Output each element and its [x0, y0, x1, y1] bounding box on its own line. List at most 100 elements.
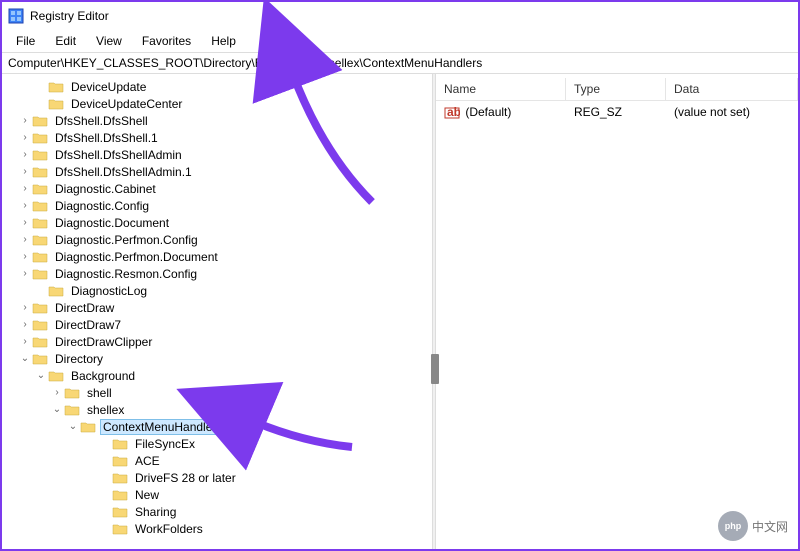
value-data: (value not set) — [666, 103, 798, 122]
folder-icon — [32, 148, 48, 162]
chevron-right-icon[interactable] — [18, 200, 32, 211]
tree-item[interactable]: ACE — [2, 452, 432, 469]
tree-item[interactable]: Sharing — [2, 503, 432, 520]
splitter[interactable] — [432, 74, 436, 549]
tree-item-label: Background — [68, 368, 138, 384]
tree-item[interactable]: shell — [2, 384, 432, 401]
tree-item[interactable]: Diagnostic.Perfmon.Document — [2, 248, 432, 265]
tree-item[interactable]: DirectDrawClipper — [2, 333, 432, 350]
folder-icon — [48, 97, 64, 111]
tree-item[interactable]: DfsShell.DfsShell.1 — [2, 129, 432, 146]
chevron-right-icon[interactable] — [18, 115, 32, 126]
tree-item-label: shell — [84, 385, 115, 401]
window-title: Registry Editor — [30, 9, 109, 23]
folder-icon — [112, 437, 128, 451]
tree-item-label: DfsShell.DfsShell — [52, 113, 151, 129]
tree-item[interactable]: DirectDraw — [2, 299, 432, 316]
folder-icon — [32, 250, 48, 264]
tree-item[interactable]: DfsShell.DfsShell — [2, 112, 432, 129]
chevron-down-icon[interactable] — [50, 404, 64, 415]
tree-pane[interactable]: DeviceUpdateDeviceUpdateCenterDfsShell.D… — [2, 74, 432, 549]
splitter-grip[interactable] — [431, 354, 439, 384]
tree-item-label: FileSyncEx — [132, 436, 198, 452]
tree-item[interactable]: Diagnostic.Config — [2, 197, 432, 214]
menu-edit[interactable]: Edit — [45, 32, 86, 50]
tree-item[interactable]: DeviceUpdateCenter — [2, 95, 432, 112]
chevron-right-icon[interactable] — [18, 149, 32, 160]
tree-item[interactable]: FileSyncEx — [2, 435, 432, 452]
tree-item-label: DfsShell.DfsShellAdmin — [52, 147, 185, 163]
tree-item[interactable]: DiagnosticLog — [2, 282, 432, 299]
value-row[interactable]: ab (Default) REG_SZ (value not set) — [436, 101, 798, 124]
tree-item-label: Diagnostic.Document — [52, 215, 172, 231]
folder-icon — [32, 335, 48, 349]
menu-bar: File Edit View Favorites Help — [2, 30, 798, 52]
tree-item[interactable]: Directory — [2, 350, 432, 367]
chevron-down-icon[interactable] — [18, 353, 32, 364]
chevron-right-icon[interactable] — [18, 319, 32, 330]
chevron-right-icon[interactable] — [18, 268, 32, 279]
tree-item-label: DriveFS 28 or later — [132, 470, 239, 486]
title-bar: Registry Editor — [2, 2, 798, 30]
chevron-right-icon[interactable] — [18, 336, 32, 347]
tree-item[interactable]: ContextMenuHandlers — [2, 418, 432, 435]
folder-icon — [48, 80, 64, 94]
folder-icon — [112, 505, 128, 519]
tree-item-label: Sharing — [132, 504, 179, 520]
chevron-right-icon[interactable] — [18, 302, 32, 313]
col-name[interactable]: Name — [436, 78, 566, 100]
chevron-right-icon[interactable] — [18, 251, 32, 262]
tree-item-label: WorkFolders — [132, 521, 206, 537]
folder-icon — [32, 131, 48, 145]
tree-item[interactable]: DirectDraw7 — [2, 316, 432, 333]
tree-item[interactable]: DfsShell.DfsShellAdmin.1 — [2, 163, 432, 180]
menu-view[interactable]: View — [86, 32, 132, 50]
tree-item[interactable]: WorkFolders — [2, 520, 432, 537]
tree-item[interactable]: Diagnostic.Document — [2, 214, 432, 231]
chevron-down-icon[interactable] — [34, 370, 48, 381]
tree-item-label: DeviceUpdate — [68, 79, 149, 95]
tree-item[interactable]: Diagnostic.Cabinet — [2, 180, 432, 197]
tree-item[interactable]: DriveFS 28 or later — [2, 469, 432, 486]
menu-file[interactable]: File — [6, 32, 45, 50]
tree-item[interactable]: Diagnostic.Perfmon.Config — [2, 231, 432, 248]
details-header: Name Type Data — [436, 78, 798, 101]
tree-item-label: Diagnostic.Cabinet — [52, 181, 159, 197]
folder-icon — [32, 233, 48, 247]
tree-item[interactable]: DfsShell.DfsShellAdmin — [2, 146, 432, 163]
folder-icon — [32, 267, 48, 281]
chevron-right-icon[interactable] — [18, 217, 32, 228]
tree-item-label: Diagnostic.Perfmon.Document — [52, 249, 221, 265]
folder-icon — [64, 386, 80, 400]
tree-item[interactable]: DeviceUpdate — [2, 78, 432, 95]
regedit-icon — [8, 8, 24, 24]
folder-icon — [32, 352, 48, 366]
folder-icon — [32, 318, 48, 332]
chevron-right-icon[interactable] — [50, 387, 64, 398]
chevron-right-icon[interactable] — [18, 166, 32, 177]
folder-icon — [112, 471, 128, 485]
chevron-right-icon[interactable] — [18, 183, 32, 194]
col-data[interactable]: Data — [666, 78, 798, 100]
col-type[interactable]: Type — [566, 78, 666, 100]
tree-item-label: DirectDrawClipper — [52, 334, 155, 350]
tree-item-label: New — [132, 487, 162, 503]
tree-item-label: shellex — [84, 402, 127, 418]
tree-item[interactable]: New — [2, 486, 432, 503]
watermark-logo: php — [718, 511, 748, 541]
details-pane: Name Type Data ab (Default) REG_SZ (valu… — [436, 74, 798, 549]
tree-item-label: DfsShell.DfsShellAdmin.1 — [52, 164, 195, 180]
tree-item-label: Diagnostic.Config — [52, 198, 152, 214]
folder-icon — [64, 403, 80, 417]
chevron-right-icon[interactable] — [18, 132, 32, 143]
tree-item[interactable]: Background — [2, 367, 432, 384]
address-bar[interactable]: Computer\HKEY_CLASSES_ROOT\Directory\Bac… — [2, 52, 798, 74]
menu-favorites[interactable]: Favorites — [132, 32, 201, 50]
folder-icon — [112, 522, 128, 536]
tree-item-label: Diagnostic.Perfmon.Config — [52, 232, 201, 248]
chevron-right-icon[interactable] — [18, 234, 32, 245]
menu-help[interactable]: Help — [201, 32, 246, 50]
tree-item[interactable]: shellex — [2, 401, 432, 418]
chevron-down-icon[interactable] — [66, 421, 80, 432]
tree-item[interactable]: Diagnostic.Resmon.Config — [2, 265, 432, 282]
